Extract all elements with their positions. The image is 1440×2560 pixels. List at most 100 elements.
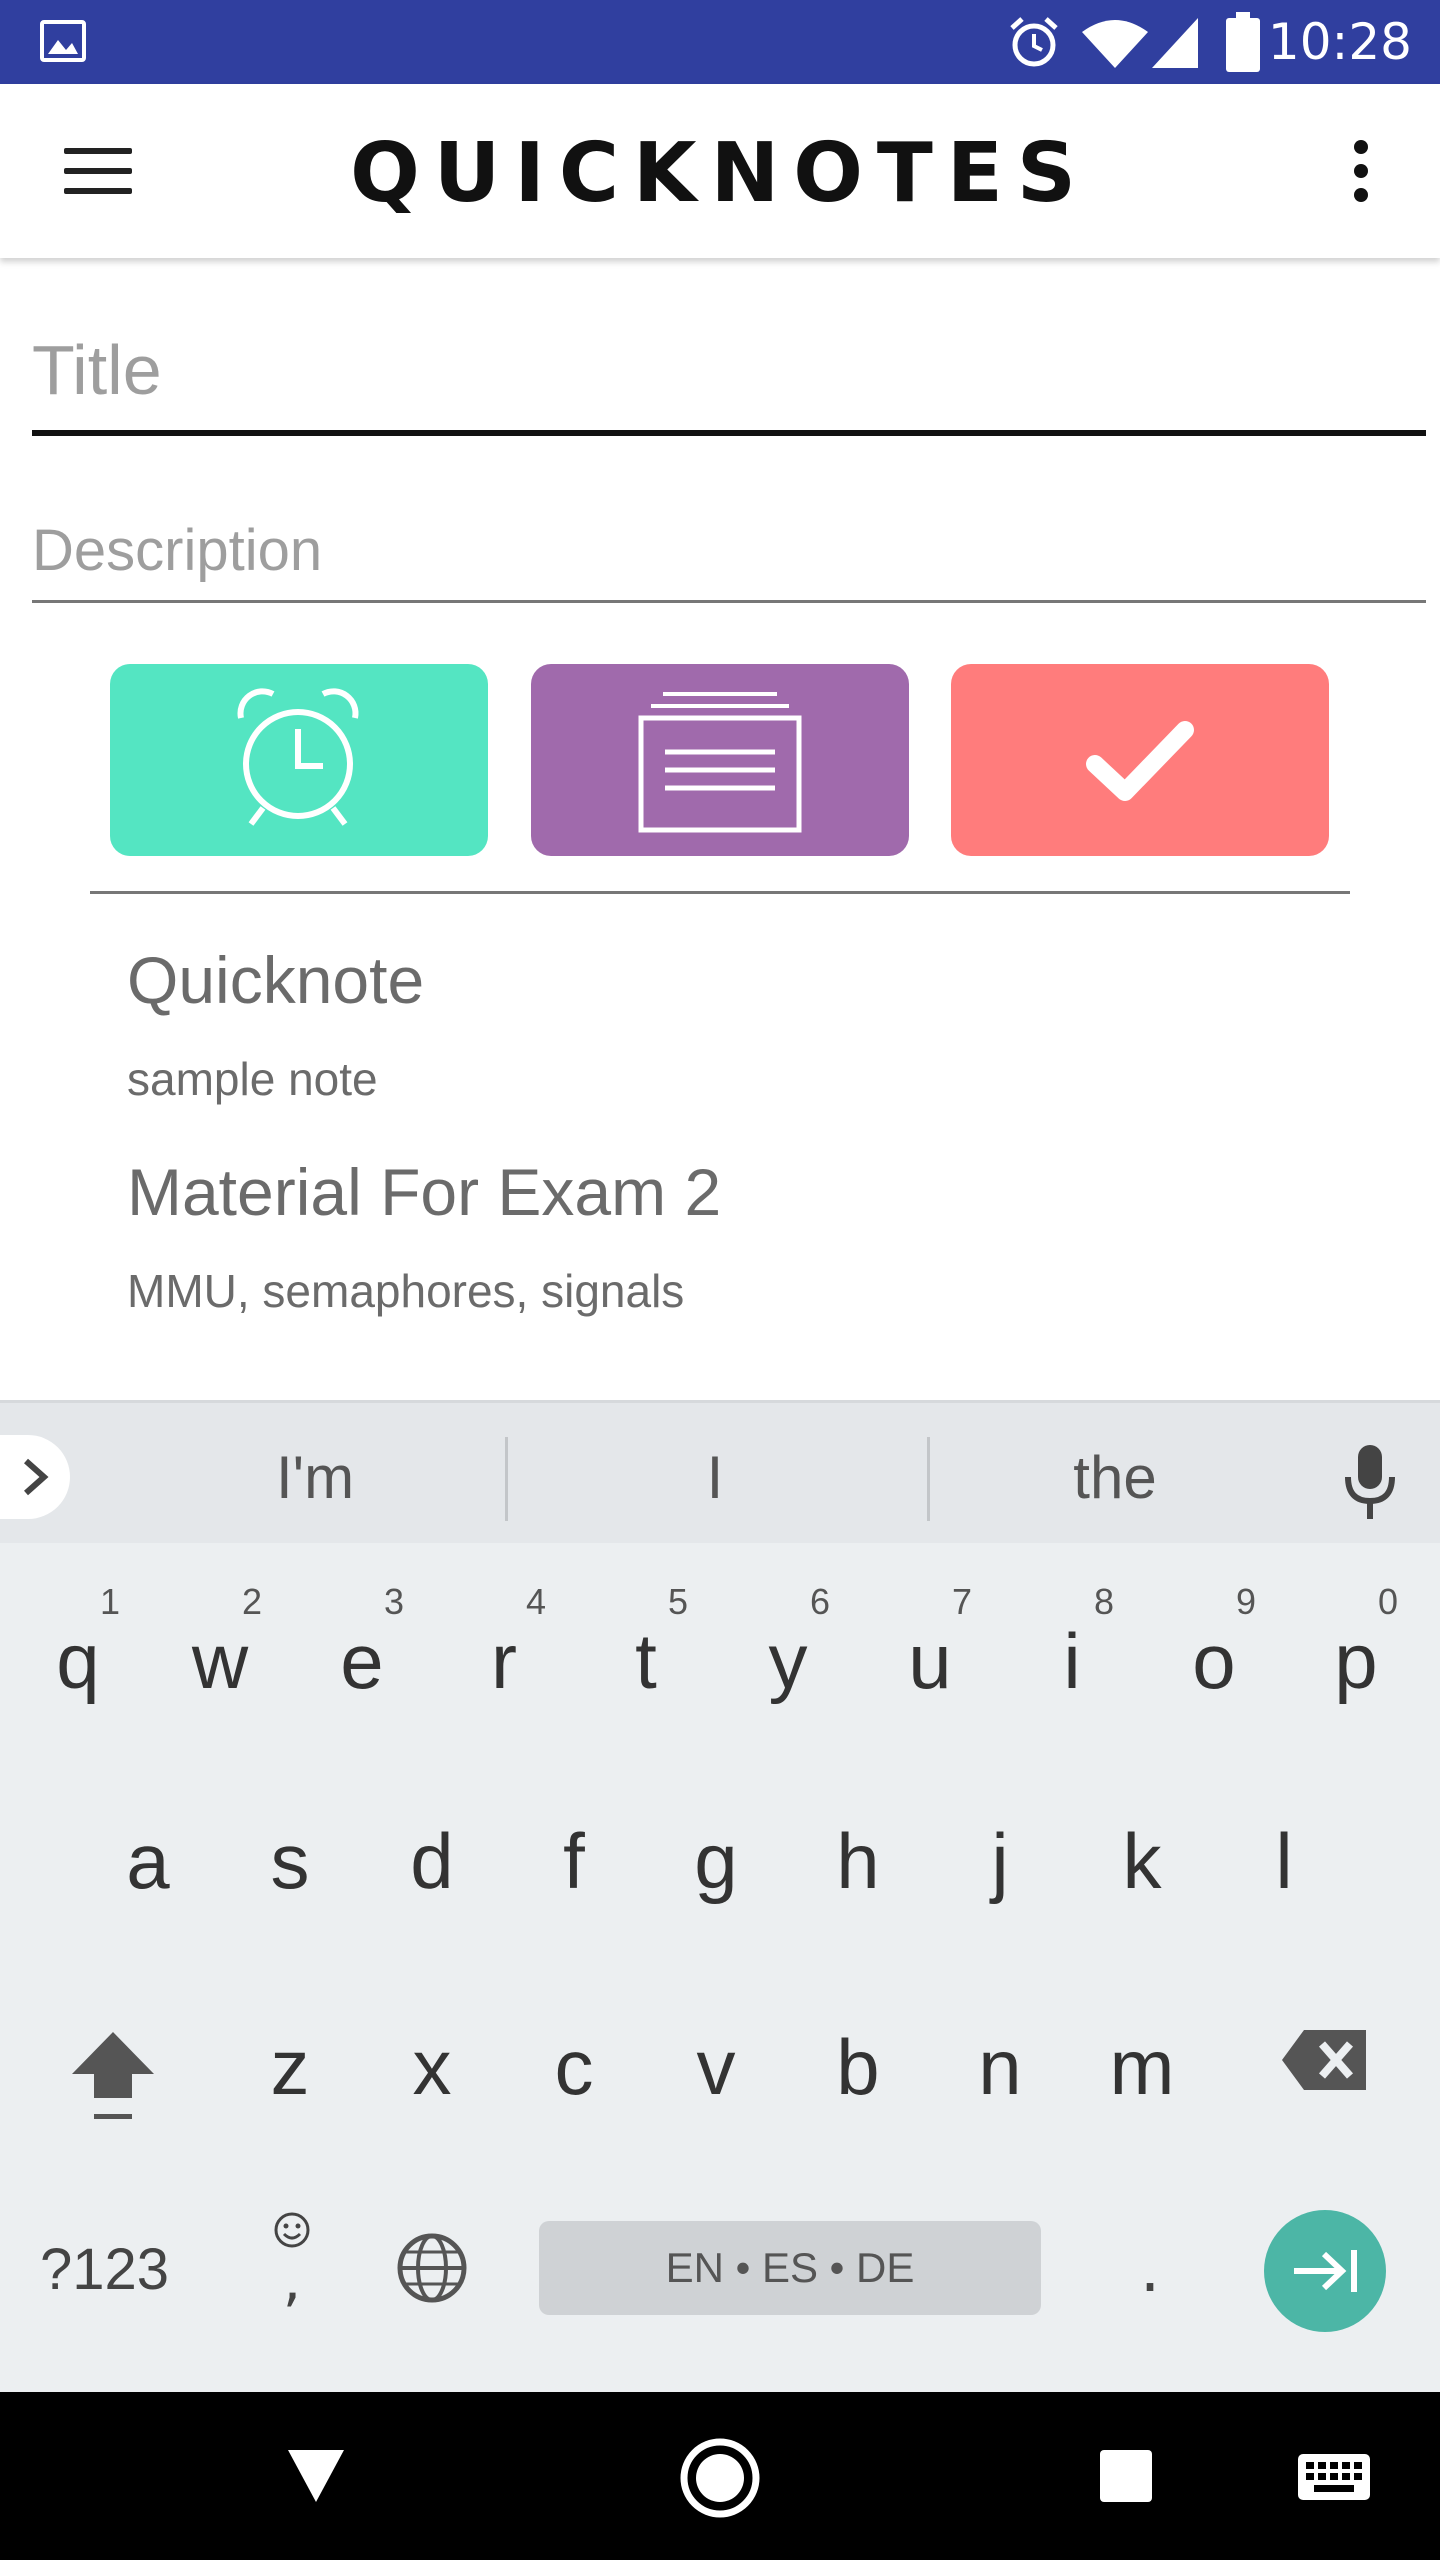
- set-reminder-button[interactable]: [110, 664, 488, 856]
- key-label: g: [694, 1817, 738, 1905]
- note-description: MMU, semaphores, signals: [127, 1265, 685, 1317]
- key-label: b: [836, 2023, 880, 2111]
- globe-icon[interactable]: [394, 2230, 470, 2306]
- key-b[interactable]: b: [798, 1988, 918, 2128]
- suggestion-1[interactable]: I'm: [170, 1433, 460, 1523]
- key-label: t: [635, 1617, 657, 1705]
- signal-icon: [1152, 18, 1198, 68]
- key-label: q: [56, 1617, 100, 1705]
- key-label: n: [978, 2023, 1022, 2111]
- key-g[interactable]: g: [656, 1782, 776, 1922]
- checkmark-icon: [1086, 721, 1194, 801]
- recents-icon[interactable]: [1098, 2448, 1154, 2504]
- key-label: r: [491, 1617, 517, 1705]
- key-w[interactable]: 2w: [160, 1582, 280, 1722]
- image-icon: [40, 20, 86, 62]
- alarm-clock-icon: [237, 688, 359, 826]
- enter-button[interactable]: [1264, 2210, 1386, 2332]
- battery-icon: [1226, 12, 1260, 72]
- app-title: QUICKNOTES: [350, 126, 1090, 221]
- key-label: x: [412, 2023, 452, 2111]
- key-label: p: [1334, 1617, 1378, 1705]
- key-label: k: [1122, 1817, 1162, 1905]
- key-m[interactable]: m: [1082, 1988, 1202, 2128]
- key-label: u: [908, 1617, 952, 1705]
- spacebar[interactable]: EN • ES • DE: [539, 2221, 1041, 2315]
- key-r[interactable]: 4r: [444, 1582, 564, 1722]
- navigation-bar: [0, 2392, 1440, 2560]
- backspace-icon[interactable]: [1280, 2028, 1370, 2092]
- key-label: f: [563, 1817, 585, 1905]
- key-h[interactable]: h: [798, 1782, 918, 1922]
- title-input[interactable]: [32, 320, 1426, 420]
- next-field-icon: [1294, 2250, 1357, 2292]
- key-t[interactable]: 5t: [586, 1582, 706, 1722]
- key-u[interactable]: 7u: [870, 1582, 990, 1722]
- key-i[interactable]: 8i: [1012, 1582, 1132, 1722]
- key-label: h: [836, 1817, 880, 1905]
- key-v[interactable]: v: [656, 1988, 776, 2128]
- microphone-icon[interactable]: [1340, 1443, 1400, 1523]
- key-s[interactable]: s: [230, 1782, 350, 1922]
- key-n[interactable]: n: [940, 1988, 1060, 2128]
- keyboard-switch-icon[interactable]: [1296, 2452, 1372, 2502]
- suggestion-3[interactable]: the: [970, 1433, 1260, 1523]
- emoji-icon: [274, 2212, 310, 2248]
- overflow-icon[interactable]: [1352, 140, 1370, 204]
- title-field: [32, 320, 1426, 436]
- comma-emoji-key[interactable]: ,: [262, 2210, 322, 2330]
- key-o[interactable]: 9o: [1154, 1582, 1274, 1722]
- period-key[interactable]: .: [1120, 2220, 1180, 2320]
- key-label: l: [1275, 1817, 1293, 1905]
- note-title: Quicknote: [127, 943, 425, 1017]
- key-label: a: [126, 1817, 170, 1905]
- key-label: j: [991, 1817, 1009, 1905]
- view-notes-button[interactable]: [531, 664, 909, 856]
- key-d[interactable]: d: [372, 1782, 492, 1922]
- wifi-icon: [1082, 20, 1148, 68]
- key-l[interactable]: l: [1224, 1782, 1344, 1922]
- home-icon[interactable]: [678, 2436, 762, 2520]
- key-a[interactable]: a: [88, 1782, 208, 1922]
- alarm-icon: [1010, 17, 1058, 67]
- key-label: d: [410, 1817, 454, 1905]
- divider: [90, 891, 1350, 894]
- key-c[interactable]: c: [514, 1988, 634, 2128]
- chevron-right-icon: [24, 1458, 49, 1496]
- key-x[interactable]: x: [372, 1988, 492, 2128]
- suggestion-bar: I'm I the: [0, 1400, 1440, 1543]
- key-label: i: [1063, 1617, 1081, 1705]
- comma-label: ,: [282, 2246, 302, 2314]
- key-q[interactable]: 1q: [18, 1582, 138, 1722]
- key-label: m: [1109, 2023, 1175, 2111]
- save-note-button[interactable]: [951, 664, 1329, 856]
- notes-stack-icon: [638, 692, 802, 833]
- key-label: w: [191, 1617, 249, 1705]
- status-bar: 10:28: [0, 0, 1440, 84]
- key-k[interactable]: k: [1082, 1782, 1202, 1922]
- key-f[interactable]: f: [514, 1782, 634, 1922]
- key-label: v: [696, 2023, 736, 2111]
- key-j[interactable]: j: [940, 1782, 1060, 1922]
- key-label: o: [1192, 1617, 1236, 1705]
- key-e[interactable]: 3e: [302, 1582, 422, 1722]
- key-label: y: [768, 1617, 808, 1705]
- symbols-key[interactable]: ?123: [40, 2220, 169, 2320]
- soft-keyboard: I'm I the 1q2w3e4r5t6y7u8i9o0p a s d f g h j k l…: [0, 1400, 1440, 2392]
- key-label: s: [270, 1817, 310, 1905]
- key-label: z: [270, 2023, 310, 2111]
- key-y[interactable]: 6y: [728, 1582, 848, 1722]
- app-bar: QUICKNOTES: [0, 84, 1440, 258]
- expand-suggestions-button[interactable]: [0, 1435, 70, 1519]
- back-icon[interactable]: [286, 2448, 346, 2504]
- suggestion-2[interactable]: I: [570, 1433, 860, 1523]
- key-z[interactable]: z: [230, 1988, 350, 2128]
- description-field: [32, 508, 1426, 603]
- key-p[interactable]: 0p: [1296, 1582, 1416, 1722]
- clock-time: 10:28: [1267, 13, 1412, 71]
- description-input[interactable]: [32, 508, 1426, 592]
- note-title: Material For Exam 2: [127, 1155, 722, 1229]
- key-label: e: [340, 1617, 384, 1705]
- shift-icon[interactable]: [70, 2028, 156, 2124]
- note-description: sample note: [127, 1053, 378, 1105]
